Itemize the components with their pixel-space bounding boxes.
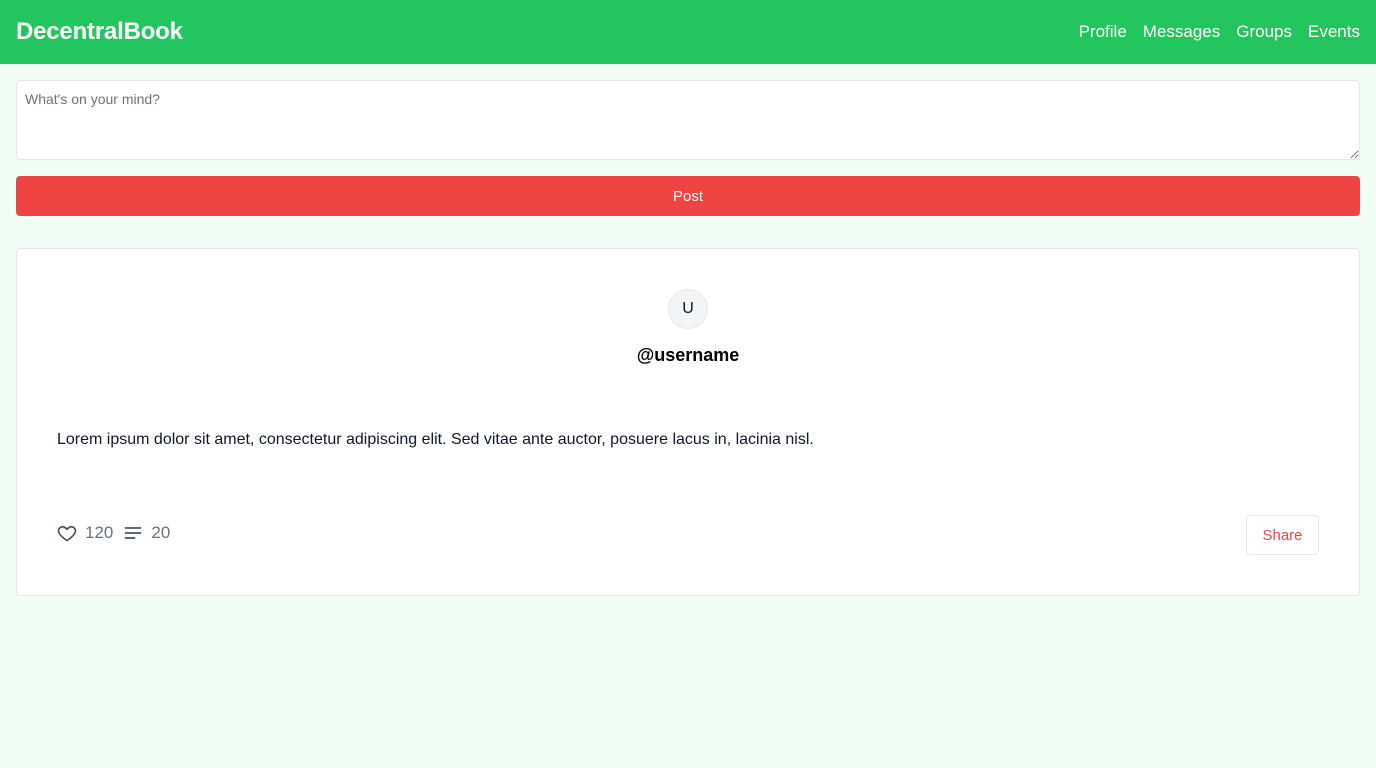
top-navbar: DecentralBook Profile Messages Groups Ev… <box>0 0 1376 64</box>
like-count: 120 <box>85 523 114 542</box>
lines-icon <box>123 523 143 543</box>
post-body: Lorem ipsum dolor sit amet, consectetur … <box>57 431 814 448</box>
nav-groups[interactable]: Groups <box>1236 22 1292 42</box>
comment-count: 20 <box>151 523 171 542</box>
post-username[interactable]: @username <box>17 345 1359 366</box>
post-actions: 120 20 <box>57 523 180 543</box>
comment-button[interactable]: 20 <box>123 523 180 543</box>
avatar[interactable]: U <box>668 289 708 329</box>
share-button[interactable]: Share <box>1246 515 1319 555</box>
nav-profile[interactable]: Profile <box>1079 22 1127 42</box>
nav-events[interactable]: Events <box>1308 22 1360 42</box>
main-nav: Profile Messages Groups Events <box>1063 22 1360 42</box>
post-composer-input[interactable] <box>16 80 1360 160</box>
like-button[interactable]: 120 <box>57 523 123 543</box>
brand-logo[interactable]: DecentralBook <box>16 18 183 46</box>
post-card: U @username Lorem ipsum dolor sit amet, … <box>16 248 1360 596</box>
post-button[interactable]: Post <box>16 176 1360 216</box>
nav-messages[interactable]: Messages <box>1143 22 1220 42</box>
heart-icon <box>57 523 77 543</box>
